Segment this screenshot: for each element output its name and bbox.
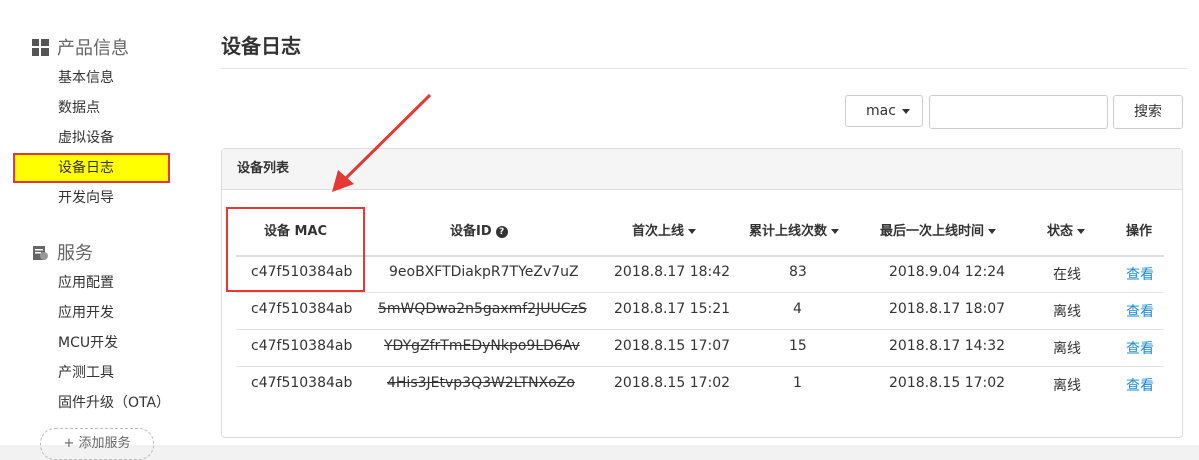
service-section-label: 服务: [57, 243, 93, 264]
cell-first-online: 2018.8.17 15:21: [614, 301, 731, 317]
cell-mac: c47f510384ab: [251, 338, 353, 354]
sort-down-icon: [1077, 229, 1086, 234]
sort-down-icon: [831, 229, 840, 234]
product-section-label: 产品信息: [57, 38, 129, 59]
column-header-status[interactable]: 状态: [1047, 220, 1086, 239]
row-divider: [236, 366, 1164, 367]
sort-down-icon: [988, 229, 997, 234]
column-header-device-id: 设备ID?: [450, 220, 508, 239]
sidebar-item-mcu-dev[interactable]: MCU开发: [58, 333, 118, 353]
column-header-online-count[interactable]: 累计上线次数: [749, 220, 840, 239]
service-section-title: 服务: [32, 239, 93, 265]
grid-icon: [32, 38, 49, 56]
view-link[interactable]: 查看: [1126, 375, 1154, 395]
column-header-action: 操作: [1126, 224, 1153, 239]
sidebar-item-dev-guide[interactable]: 开发向导: [58, 188, 114, 208]
sort-down-icon: [688, 229, 697, 234]
view-link[interactable]: 查看: [1126, 301, 1154, 321]
table-header-divider: [236, 255, 1164, 257]
title-divider: [220, 68, 1188, 69]
service-icon: [32, 244, 49, 261]
filter-select[interactable]: mac: [845, 95, 923, 127]
cell-online-count: 15: [789, 338, 807, 354]
cell-first-online: 2018.8.17 18:42: [614, 264, 731, 280]
cell-first-online: 2018.8.15 17:02: [614, 375, 731, 391]
column-header-first-online[interactable]: 首次上线: [632, 220, 697, 239]
sidebar: 产品信息 基本信息 数据点 虚拟设备 设备日志 开发向导 服务 应用配置 应用开…: [0, 0, 205, 460]
cell-mac: c47f510384ab: [251, 301, 353, 317]
cell-status: 离线: [1053, 341, 1081, 357]
cell-status: 离线: [1053, 304, 1081, 320]
sidebar-item-app-config[interactable]: 应用配置: [58, 273, 114, 293]
product-section-title: 产品信息: [32, 34, 129, 60]
sidebar-item-device-log[interactable]: 设备日志: [58, 158, 114, 178]
cell-status: 离线: [1053, 378, 1081, 394]
cell-online-count: 83: [789, 264, 807, 280]
row-divider: [236, 329, 1164, 330]
page-title: 设备日志: [221, 34, 301, 58]
sidebar-item-basic-info[interactable]: 基本信息: [58, 68, 114, 88]
cell-last-online: 2018.8.17 14:32: [889, 338, 1006, 354]
sidebar-item-datapoints[interactable]: 数据点: [58, 98, 100, 118]
cell-online-count: 1: [793, 375, 802, 391]
sidebar-item-app-dev[interactable]: 应用开发: [58, 303, 114, 323]
cell-first-online: 2018.8.15 17:07: [614, 338, 731, 354]
search-button[interactable]: 搜索: [1113, 95, 1183, 129]
cell-last-online: 2018.9.04 12:24: [889, 264, 1006, 280]
cell-status: 在线: [1053, 267, 1081, 283]
column-header-device-id-label: 设备ID: [450, 224, 492, 239]
cell-online-count: 4: [793, 301, 802, 317]
cell-last-online: 2018.8.15 17:02: [889, 375, 1006, 391]
column-header-last-online-label: 最后一次上线时间: [880, 224, 985, 239]
filter-select-value: mac: [866, 103, 896, 119]
cell-mac: c47f510384ab: [251, 375, 353, 391]
cell-last-online: 2018.8.17 18:07: [889, 301, 1006, 317]
cell-device-id: 9eoBXFTDiakpR7TYeZv7uZ: [389, 264, 579, 280]
column-header-first-online-label: 首次上线: [632, 224, 685, 239]
cell-device-id: 5mWQDwa2n5gaxmf2JUUCzS: [378, 301, 587, 317]
annotation-arrow-icon: [332, 93, 432, 192]
add-service-button[interactable]: + 添加服务: [40, 428, 154, 460]
chevron-down-icon: [902, 109, 910, 114]
row-divider: [236, 292, 1164, 293]
mac-column-annotation-box: [226, 207, 365, 292]
cell-device-id: 4His3JEtvp3Q3W2LTNXoZo: [387, 375, 575, 391]
sidebar-item-ota[interactable]: 固件升级（OTA）: [58, 393, 170, 413]
view-link[interactable]: 查看: [1126, 264, 1154, 284]
sidebar-item-virtual-device[interactable]: 虚拟设备: [58, 128, 114, 148]
search-input[interactable]: [929, 95, 1108, 129]
column-header-status-label: 状态: [1047, 224, 1074, 239]
column-header-last-online[interactable]: 最后一次上线时间: [880, 220, 997, 239]
help-icon[interactable]: ?: [495, 225, 508, 238]
column-header-online-count-label: 累计上线次数: [749, 224, 828, 239]
sidebar-item-production-test[interactable]: 产测工具: [58, 363, 114, 383]
cell-device-id: YDYgZfrTmEDyNkpo9LD6Av: [384, 338, 580, 354]
view-link[interactable]: 查看: [1126, 338, 1154, 358]
